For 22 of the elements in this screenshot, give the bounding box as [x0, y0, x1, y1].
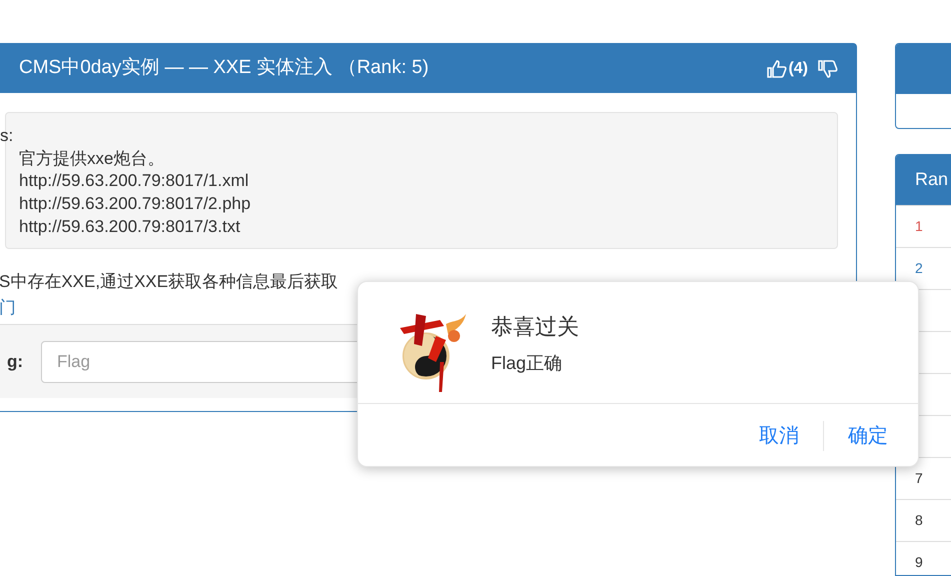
dialog-message: Flag正确	[491, 352, 564, 375]
rank-panel-title: Ran	[915, 168, 948, 192]
flag-label: g:	[7, 350, 24, 373]
rank-number: 7	[915, 468, 923, 488]
hints-label: s:	[0, 125, 14, 147]
dialog-title: 恭喜过关	[491, 313, 579, 341]
hint-line: http://59.63.200.79:8017/3.txt	[19, 216, 242, 238]
rank-number: 1	[915, 216, 923, 236]
dialog-button[interactable]: 取消	[759, 420, 799, 450]
like-button[interactable]: (4)	[767, 56, 808, 80]
hint-line: http://59.63.200.79:8017/2.php	[19, 193, 252, 216]
description-link[interactable]: 门	[0, 298, 16, 317]
hint-line: http://59.63.200.79:8017/1.xml	[19, 170, 250, 192]
dialog-button[interactable]: 确定	[848, 420, 888, 450]
thumbs-up-icon	[767, 60, 788, 78]
rank-number: 2	[915, 258, 923, 278]
rank-number: 9	[915, 552, 923, 572]
thumbs-down-icon[interactable]	[818, 60, 838, 78]
description-text: S中存在XXE,通过XXE获取各种信息最后获取	[0, 271, 340, 293]
panel-title: CMS中0day实例 — — XXE 实体注入 （Rank: 5)	[19, 56, 429, 80]
hint-line: 官方提供xxe炮台。	[19, 148, 166, 170]
rank-number: 8	[915, 510, 923, 530]
